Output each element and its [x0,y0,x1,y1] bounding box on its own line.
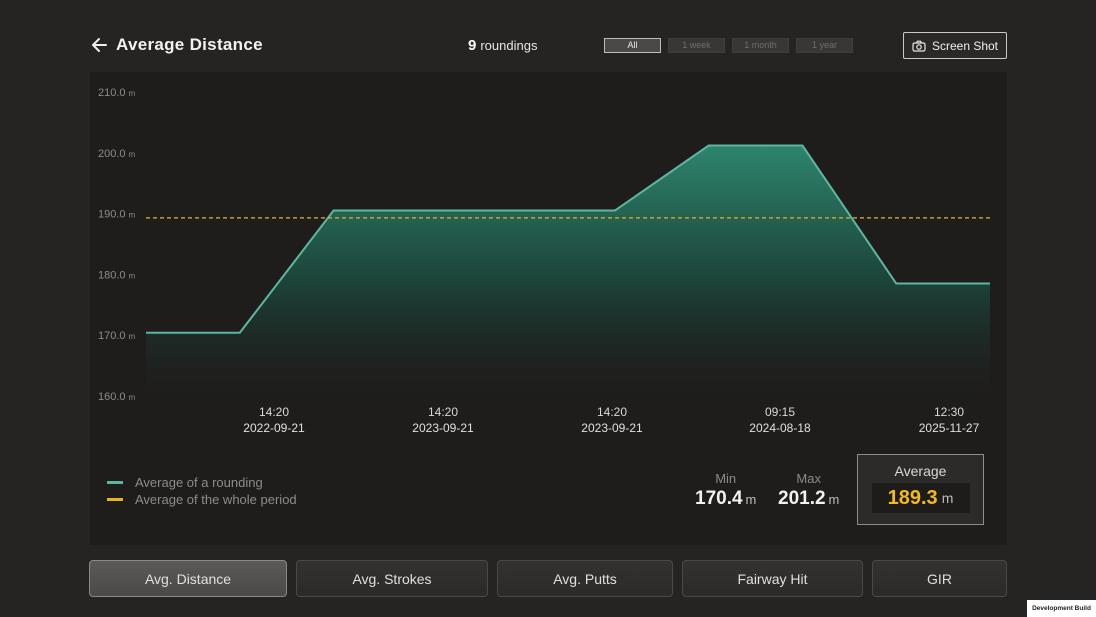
x-tick-date: 2025-11-27 [919,421,980,435]
y-tick-unit: m [129,393,136,402]
legend-item-rounding: Average of a rounding [107,474,297,491]
y-tick-label: 210.0 m [98,87,136,99]
page-title: Average Distance [116,35,263,54]
legend-swatch-period [107,498,123,501]
round-count: 9 roundings [468,37,537,54]
min-value: 170.4 [695,488,743,509]
y-tick-value: 190.0 [98,209,126,221]
x-tick-time: 12:30 [934,405,964,419]
min-label: Min [715,471,737,486]
y-tick-unit: m [129,150,136,159]
max-value: 201.2 [778,488,826,509]
average-label: Average [894,463,947,479]
x-tick-time: 14:20 [259,405,289,419]
y-tick-label: 170.0 m [98,330,136,342]
y-tick-value: 210.0 [98,87,126,99]
max-unit: m [828,492,840,507]
rounding-area [146,145,990,396]
header: Average Distance 9 roundings All 1 week 1… [0,0,1096,80]
y-tick-label: 190.0 m [98,209,136,221]
legend-item-period: Average of the whole period [107,491,297,508]
x-tick-time: 14:20 [597,405,627,419]
max-stat: Max 201.2 m [778,471,839,510]
tab-avg-distance[interactable]: Avg. Distance [89,560,287,597]
chart-legend: Average of a rounding Average of the who… [107,474,297,508]
y-tick-value: 200.0 [98,148,126,160]
range-week-button[interactable]: 1 week [668,38,725,53]
min-unit: m [745,492,757,507]
y-tick-label: 180.0 m [98,269,136,281]
x-tick-date: 2023-09-21 [412,421,474,435]
min-stat: Min 170.4 m [695,471,756,510]
max-label: Max [796,471,821,486]
legend-label-rounding: Average of a rounding [135,475,263,490]
x-tick-date: 2022-09-21 [243,421,305,435]
average-stat: Average 189.3 m [857,454,984,525]
round-count-label: roundings [480,38,538,53]
y-tick-value: 160.0 [98,391,126,403]
x-tick-date: 2023-09-21 [581,421,643,435]
y-tick-unit: m [129,211,136,220]
tab-gir[interactable]: GIR [872,560,1007,597]
y-tick-label: 200.0 m [98,148,136,160]
y-tick-unit: m [129,89,136,98]
range-all-button[interactable]: All [604,38,661,53]
screenshot-label: Screen Shot [931,38,999,53]
tab-fairway-hit[interactable]: Fairway Hit [682,560,863,597]
range-month-button[interactable]: 1 month [732,38,789,53]
chart-panel: 210.0 m 200.0 m 190.0 m 180.0 m 170.0 m 160.0 m 14:2… [90,72,1007,545]
range-selector: All 1 week 1 month 1 year [604,38,853,53]
x-tick-date: 2024-08-18 [749,421,811,435]
average-value-box: 189.3 m [871,483,970,513]
legend-swatch-rounding [107,481,123,484]
round-count-value: 9 [468,37,477,54]
y-tick-value: 180.0 [98,269,126,281]
legend-label-period: Average of the whole period [135,492,297,507]
average-unit: m [941,490,954,506]
average-value: 189.3 [887,486,938,509]
range-year-button[interactable]: 1 year [796,38,853,53]
stat-tabs: Avg. Distance Avg. Strokes Avg. Putts Fa… [0,560,1096,600]
y-tick-label: 160.0 m [98,391,136,403]
y-tick-unit: m [129,332,136,341]
camera-icon [912,40,926,52]
back-arrow-icon[interactable] [90,35,110,55]
distance-chart: 210.0 m200.0 m190.0 m180.0 m170.0 m160.0 m14:2… [98,87,990,435]
tab-avg-strokes[interactable]: Avg. Strokes [296,560,488,597]
x-tick-time: 09:15 [765,405,795,419]
y-tick-unit: m [129,271,136,280]
y-tick-value: 170.0 [98,330,126,342]
screenshot-button[interactable]: Screen Shot [903,32,1007,59]
dev-build-label: Development Build [1027,600,1096,617]
tab-avg-putts[interactable]: Avg. Putts [497,560,673,597]
x-tick-time: 14:20 [428,405,458,419]
